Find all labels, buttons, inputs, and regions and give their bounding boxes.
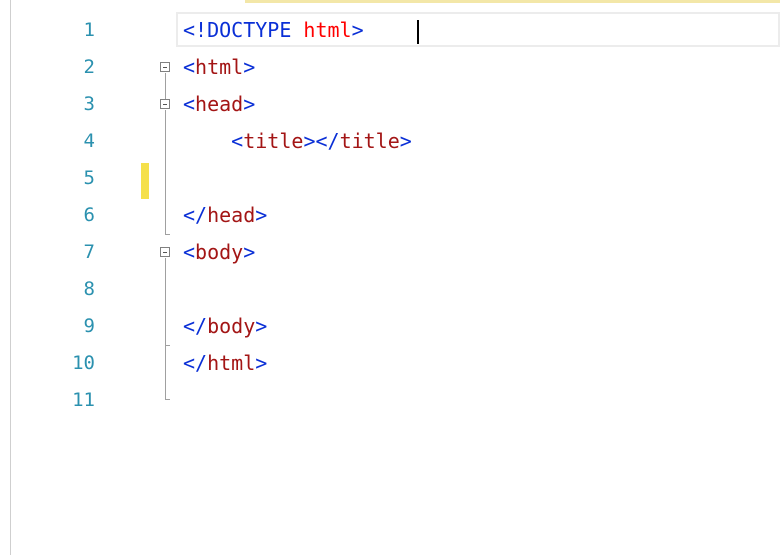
code-line-6[interactable]: </head> bbox=[183, 197, 412, 234]
tag-delimiter: > bbox=[243, 240, 256, 264]
code-line-7[interactable]: <body> bbox=[183, 234, 412, 271]
element-name: body bbox=[207, 314, 256, 338]
outline-guide-end bbox=[165, 399, 170, 400]
collapse-body-icon[interactable] bbox=[160, 247, 170, 257]
tag-delimiter: > bbox=[351, 18, 364, 42]
code-line-3[interactable]: <head> bbox=[183, 86, 412, 123]
tag-delimiter: </ bbox=[183, 314, 208, 338]
element-name: title bbox=[243, 129, 304, 153]
tag-delimiter: > bbox=[255, 351, 268, 375]
tag-delimiter: </ bbox=[183, 203, 208, 227]
element-name: html bbox=[207, 351, 256, 375]
element-name: body bbox=[195, 240, 244, 264]
tag-delimiter: > bbox=[255, 203, 268, 227]
code-line-2[interactable]: <html> bbox=[183, 49, 412, 86]
tag-delimiter: > bbox=[255, 314, 268, 338]
element-name: title bbox=[339, 129, 400, 153]
element-name: html bbox=[195, 55, 244, 79]
editor-top-accent bbox=[245, 0, 780, 3]
code-line-1[interactable]: <!DOCTYPE html> bbox=[183, 12, 412, 49]
line-number: 9 bbox=[83, 315, 95, 337]
tag-delimiter: > bbox=[399, 129, 412, 153]
code-line-11[interactable] bbox=[183, 382, 412, 419]
line-number: 1 bbox=[83, 19, 95, 41]
code-line-5[interactable] bbox=[183, 160, 412, 197]
doctype-attribute: html bbox=[303, 18, 352, 42]
line-number: 2 bbox=[83, 56, 95, 78]
collapse-head-icon[interactable] bbox=[160, 99, 170, 109]
line-number: 4 bbox=[83, 130, 95, 152]
outline-guide bbox=[165, 73, 166, 99]
line-number: 11 bbox=[72, 389, 95, 411]
code-line-4[interactable]: <title></title> bbox=[183, 123, 412, 160]
line-number-gutter: 1 2 3 4 5 6 7 8 9 10 11 bbox=[0, 12, 110, 419]
line-number: 10 bbox=[72, 352, 95, 374]
tag-delimiter: ></ bbox=[303, 129, 340, 153]
line-number: 5 bbox=[83, 167, 95, 189]
code-line-10[interactable]: </html> bbox=[183, 345, 412, 382]
line-number: 8 bbox=[83, 278, 95, 300]
tag-delimiter: < bbox=[183, 240, 196, 264]
element-name: head bbox=[195, 92, 244, 116]
collapse-html-icon[interactable] bbox=[160, 62, 170, 72]
line-number: 3 bbox=[83, 93, 95, 115]
unsaved-change-marker bbox=[141, 163, 149, 199]
outline-guide bbox=[165, 110, 166, 235]
outline-guide bbox=[165, 258, 166, 400]
text-caret bbox=[417, 20, 419, 44]
code-area[interactable]: <!DOCTYPE html> <html> <head> <title></t… bbox=[183, 12, 412, 419]
code-line-8[interactable] bbox=[183, 271, 412, 308]
tag-delimiter: < bbox=[231, 129, 244, 153]
line-number: 6 bbox=[83, 204, 95, 226]
outline-guide-end bbox=[165, 345, 170, 346]
tag-delimiter: </ bbox=[183, 351, 208, 375]
tag-delimiter: < bbox=[183, 18, 196, 42]
doctype-keyword: !DOCTYPE bbox=[195, 18, 292, 42]
outline-guide-end bbox=[165, 234, 170, 235]
element-name: head bbox=[207, 203, 256, 227]
code-line-9[interactable]: </body> bbox=[183, 308, 412, 345]
line-number: 7 bbox=[83, 241, 95, 263]
tag-delimiter: > bbox=[243, 55, 256, 79]
tag-delimiter: < bbox=[183, 55, 196, 79]
tag-delimiter: < bbox=[183, 92, 196, 116]
tag-delimiter: > bbox=[243, 92, 256, 116]
